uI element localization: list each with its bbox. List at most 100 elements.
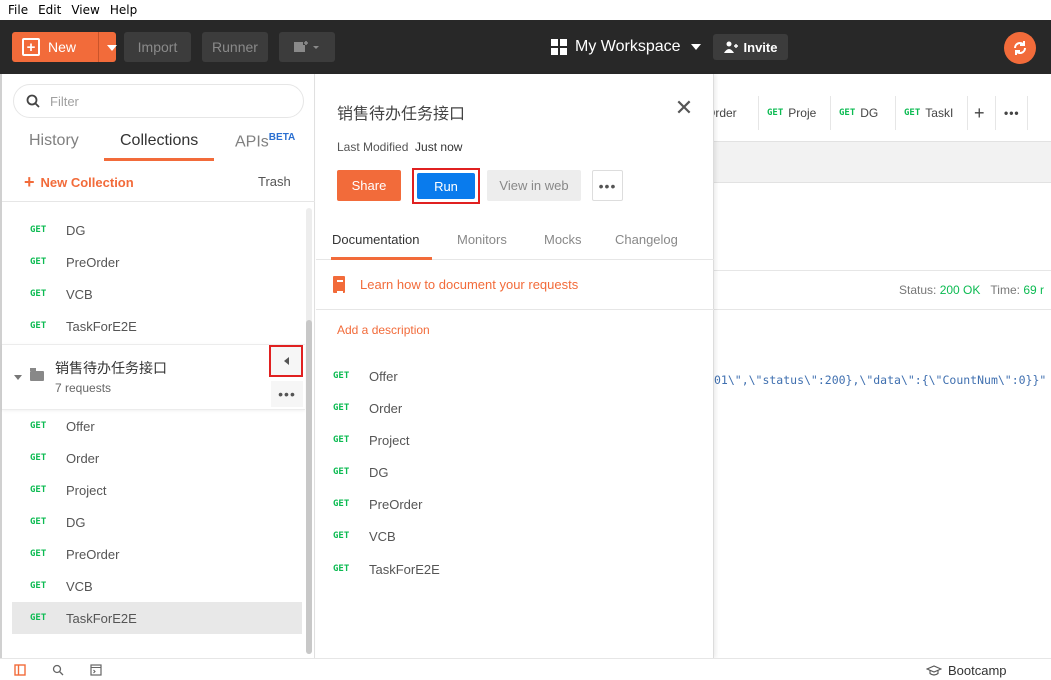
caret-down-icon[interactable] — [14, 375, 22, 380]
more-options-icon[interactable]: ••• — [271, 381, 303, 407]
last-modified-value: Just now — [415, 140, 463, 154]
method-badge: GET — [333, 371, 350, 381]
view-in-web-button[interactable]: View in web — [487, 170, 581, 201]
list-item[interactable]: GET VCB — [333, 522, 396, 550]
list-item[interactable]: GET TaskForE2E — [333, 555, 440, 583]
menu-bar: File Edit View Help — [0, 0, 1051, 20]
method-badge: GET — [333, 564, 350, 574]
more-tabs-icon[interactable]: ••• — [996, 96, 1028, 130]
status-bar: Bootcamp — [0, 658, 1051, 680]
method-badge: GET — [30, 289, 47, 299]
scrollbar[interactable] — [306, 208, 312, 654]
request-tab[interactable]: GET DG — [831, 96, 896, 130]
method-badge: GET — [333, 531, 350, 541]
list-item[interactable]: GET DG — [12, 214, 302, 246]
new-collection-button[interactable]: + New Collection — [24, 172, 134, 193]
list-item[interactable]: GET VCB — [12, 278, 302, 310]
filter-placeholder: Filter — [50, 93, 79, 109]
invite-button[interactable]: Invite — [713, 34, 788, 60]
add-tab-icon[interactable]: + — [968, 96, 996, 130]
console-icon[interactable] — [90, 664, 102, 676]
menu-help[interactable]: Help — [106, 3, 141, 17]
search-icon[interactable] — [52, 664, 64, 676]
request-name: Project — [66, 482, 107, 498]
method-badge: GET — [30, 321, 47, 331]
add-description-link[interactable]: Add a description — [337, 323, 430, 337]
collapse-panel-button[interactable] — [269, 345, 303, 377]
method-badge: GET — [30, 257, 47, 267]
url-bar-area — [714, 141, 1051, 183]
list-item-selected[interactable]: GET TaskForE2E — [12, 602, 302, 634]
request-name: DG — [369, 464, 389, 480]
list-item[interactable]: GET PreOrder — [333, 490, 422, 518]
graduation-cap-icon — [926, 664, 942, 676]
list-item[interactable]: GET Project — [333, 426, 409, 454]
import-button[interactable]: Import — [124, 32, 191, 62]
new-window-button[interactable] — [279, 32, 335, 62]
list-item[interactable]: GET PreOrder — [12, 538, 302, 570]
collection-actions: + New Collection Trash — [2, 162, 315, 202]
request-name: TaskForE2E — [66, 610, 137, 626]
tab-history[interactable]: History — [29, 132, 79, 150]
new-divider — [98, 32, 99, 62]
method-badge: GET — [333, 467, 350, 477]
request-tab[interactable]: GET Proje — [759, 96, 831, 130]
active-tab-indicator — [104, 158, 214, 161]
response-status: Status: 200 OK Time: 69 r — [899, 283, 1044, 297]
tab-mocks[interactable]: Mocks — [544, 232, 582, 247]
learn-docs-banner: Learn how to document your requests — [316, 268, 714, 310]
menu-edit[interactable]: Edit — [34, 3, 65, 17]
runner-button[interactable]: Runner — [202, 32, 268, 62]
list-item[interactable]: GET VCB — [12, 570, 302, 602]
scrollbar-thumb[interactable] — [306, 320, 312, 654]
method-badge: GET — [767, 108, 784, 118]
list-item[interactable]: GET PreOrder — [12, 246, 302, 278]
search-input[interactable]: Filter — [13, 84, 304, 118]
list-item[interactable]: GET Order — [333, 394, 402, 422]
response-body: 01\",\"status\":200},\"data\":{\"CountNu… — [714, 373, 1047, 387]
tab-monitors[interactable]: Monitors — [457, 232, 507, 247]
tab-changelog[interactable]: Changelog — [615, 232, 678, 247]
last-modified-label: Last Modified — [337, 140, 409, 154]
more-options-icon[interactable]: ••• — [592, 170, 623, 201]
method-badge: GET — [904, 108, 921, 118]
tab-collections[interactable]: Collections — [120, 132, 198, 150]
request-name: DG — [66, 514, 86, 530]
tab-apis-label: APIs — [235, 133, 269, 151]
new-button[interactable]: + New — [12, 32, 117, 62]
request-name: Order — [66, 450, 100, 466]
menu-file[interactable]: File — [4, 3, 32, 17]
trash-link[interactable]: Trash — [258, 174, 291, 189]
collection-folder[interactable]: 销售待办任务接口 7 requests ••• — [2, 344, 305, 410]
request-name: PreOrder — [369, 496, 423, 512]
learn-docs-link[interactable]: Learn how to document your requests — [360, 277, 578, 292]
invite-label: Invite — [743, 39, 778, 55]
chevron-down-icon[interactable] — [107, 45, 117, 51]
sync-icon[interactable] — [1004, 32, 1036, 64]
workspace-selector[interactable]: My Workspace — [551, 32, 701, 62]
list-item[interactable]: GET TaskForE2E — [12, 310, 302, 342]
menu-view[interactable]: View — [67, 3, 103, 17]
list-item[interactable]: GET DG — [333, 458, 389, 486]
sidebar-toggle-icon[interactable] — [14, 664, 26, 676]
request-name: DG — [66, 222, 86, 238]
request-tabs: Order GET Proje GET DG GET TaskI + ••• — [714, 95, 1051, 131]
list-item[interactable]: GET Project — [12, 474, 302, 506]
close-icon[interactable]: ✕ — [674, 97, 694, 119]
share-button[interactable]: Share — [337, 170, 401, 201]
list-item[interactable]: GET Offer — [12, 410, 302, 442]
tab-documentation[interactable]: Documentation — [332, 232, 419, 247]
request-name: VCB — [66, 286, 93, 302]
request-tab[interactable]: GET TaskI — [896, 96, 968, 130]
method-badge: GET — [333, 499, 350, 509]
method-badge: GET — [30, 485, 47, 495]
bootcamp-button[interactable]: Bootcamp — [926, 663, 1007, 678]
list-item[interactable]: GET Order — [12, 442, 302, 474]
request-tab[interactable]: Order — [714, 96, 759, 130]
tab-apis[interactable]: APIsBETA — [235, 132, 295, 151]
list-item[interactable]: GET DG — [12, 506, 302, 538]
list-item[interactable]: GET Offer — [333, 362, 398, 390]
collection-panel: 销售待办任务接口 ✕ Last Modified Just now Share … — [316, 74, 714, 658]
new-label: New — [48, 39, 77, 55]
run-button[interactable]: Run — [417, 173, 475, 199]
